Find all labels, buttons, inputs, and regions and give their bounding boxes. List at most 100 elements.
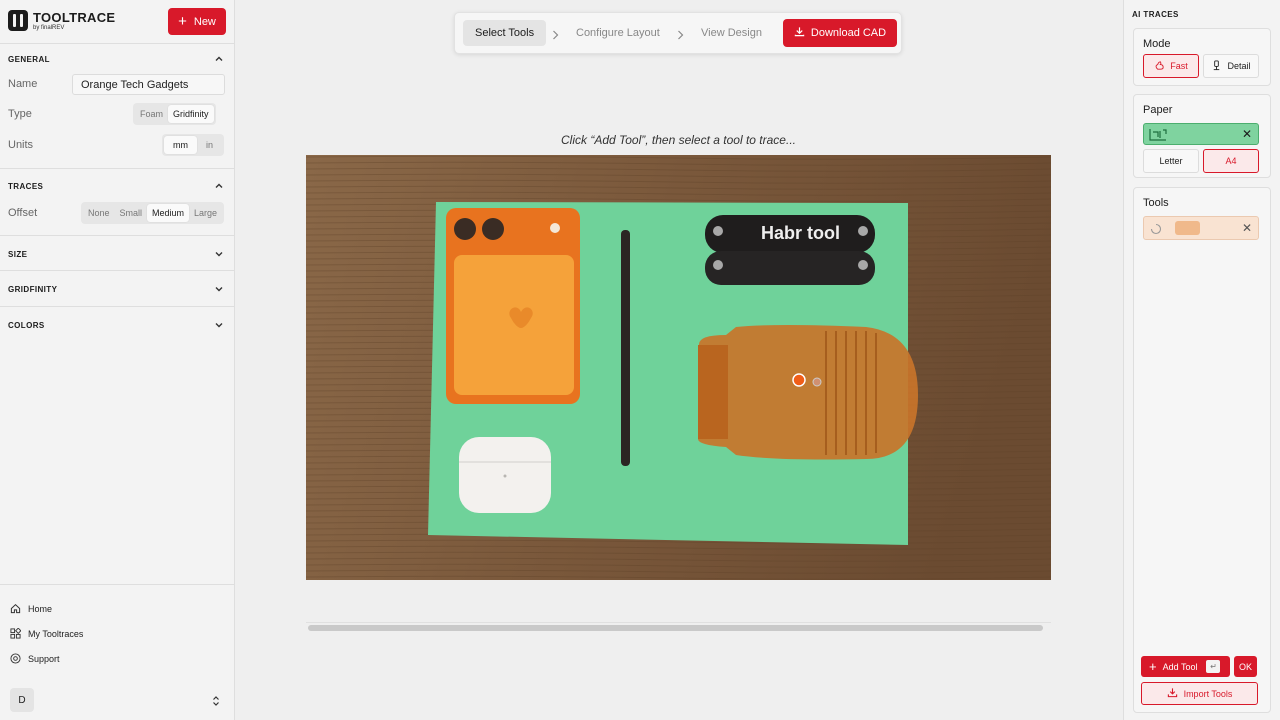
offset-option-small[interactable]: Small (115, 204, 148, 222)
ok-button[interactable]: OK (1234, 656, 1257, 677)
mode-detail-button[interactable]: Detail (1203, 54, 1259, 78)
import-icon (1167, 687, 1178, 700)
earbuds-case (459, 437, 551, 513)
pen (621, 230, 630, 466)
ai-traces-title: AI TRACES (1132, 10, 1179, 19)
import-tools-button[interactable]: Import Tools (1141, 682, 1258, 705)
svg-text:Habr tool: Habr tool (761, 223, 840, 243)
nav-support-label: Support (28, 653, 60, 664)
horizontal-scrollbar[interactable] (308, 625, 1043, 631)
lifebuoy-icon (10, 653, 21, 664)
offset-option-none[interactable]: None (83, 204, 115, 222)
name-label: Name (8, 78, 38, 90)
tools-card: Tools ✕ (1133, 187, 1271, 713)
units-segmented-control: mm in (162, 134, 225, 156)
mode-card: Mode Fast Detail (1133, 28, 1271, 86)
name-input[interactable] (72, 74, 225, 95)
step-select-tools[interactable]: Select Tools (463, 20, 547, 46)
divider (0, 235, 235, 236)
offset-option-large[interactable]: Large (189, 204, 222, 222)
mode-fast-button[interactable]: Fast (1143, 54, 1199, 78)
type-segmented-control: Foam Gridfinity (133, 103, 216, 125)
nav-my-tooltraces[interactable]: My Tooltraces (10, 628, 83, 639)
type-option-foam[interactable]: Foam (135, 105, 168, 123)
tool-item[interactable]: ✕ (1143, 216, 1259, 240)
add-tool-label: Add Tool (1162, 661, 1198, 672)
plus-icon: + (178, 13, 187, 30)
mode-title: Mode (1143, 38, 1171, 50)
type-label: Type (8, 108, 32, 120)
chevron-up-icon[interactable] (214, 181, 224, 191)
download-icon (794, 26, 805, 40)
ai-traces-panel: AI TRACES Mode Fast Detail Paper ✕ Lette… (1123, 0, 1280, 720)
user-avatar[interactable]: D (10, 688, 34, 712)
tools-photo: Habr tool (306, 155, 1051, 580)
offset-option-medium[interactable]: Medium (147, 204, 190, 222)
mode-detail-label: Detail (1227, 61, 1251, 71)
plus-icon: + (1149, 659, 1157, 674)
section-traces-title: TRACES (8, 182, 44, 191)
add-tool-button[interactable]: + Add Tool ↵ (1141, 656, 1230, 677)
chevron-up-icon[interactable] (214, 54, 224, 64)
microscope-icon (1211, 59, 1222, 73)
enter-key-icon: ↵ (1206, 660, 1221, 673)
type-option-gridfinity[interactable]: Gridfinity (168, 105, 214, 123)
section-gridfinity-title[interactable]: GRIDFINITY (8, 285, 57, 294)
nav-home[interactable]: Home (10, 603, 52, 614)
photo-canvas[interactable]: Habr tool (306, 155, 1051, 580)
camera-lens (698, 325, 918, 460)
paper-a4-button[interactable]: A4 (1203, 149, 1259, 173)
nav-home-label: Home (28, 603, 53, 614)
chevron-up-down-icon[interactable] (211, 694, 221, 706)
workflow-stepper: Select Tools Configure Layout View Desig… (454, 12, 902, 54)
rabbit-icon (1154, 60, 1165, 73)
section-general-title: GENERAL (8, 55, 50, 64)
paper-letter-button[interactable]: Letter (1143, 149, 1199, 173)
nav-support[interactable]: Support (10, 653, 60, 664)
multitool: Habr tool (705, 215, 875, 285)
divider (0, 168, 235, 169)
units-option-mm[interactable]: mm (164, 136, 197, 154)
chevron-down-icon[interactable] (214, 249, 224, 259)
offset-segmented-control: None Small Medium Large (81, 202, 225, 224)
import-tools-label: Import Tools (1183, 688, 1233, 699)
offset-label: Offset (8, 207, 38, 219)
loading-spinner-icon (1150, 222, 1162, 235)
section-colors-title[interactable]: COLORS (8, 321, 45, 330)
close-icon[interactable]: ✕ (1242, 221, 1252, 235)
new-button[interactable]: + New (168, 8, 226, 35)
divider (0, 584, 235, 585)
units-label: Units (8, 139, 34, 151)
download-cad-label: Download CAD (810, 27, 887, 39)
home-icon (10, 603, 21, 614)
brand-logo[interactable]: TOOLTRACE by finalREV (8, 10, 115, 31)
brand-name: TOOLTRACE (33, 9, 116, 25)
paper-detected-swatch[interactable]: ✕ (1143, 123, 1259, 145)
mode-fast-label: Fast (1170, 61, 1188, 71)
close-icon[interactable]: ✕ (1242, 127, 1252, 141)
app: TOOLTRACE by finalREV + New GENERAL Name… (0, 0, 1280, 720)
new-button-label: New (193, 15, 216, 28)
tool-color-swatch (1175, 221, 1200, 235)
tools-title: Tools (1143, 197, 1169, 209)
brand-subtitle: by finalREV (33, 24, 65, 31)
paper-outline-icon (1149, 128, 1167, 141)
section-size-title[interactable]: SIZE (8, 250, 27, 259)
step-view-design[interactable]: View Design (701, 20, 762, 46)
chevron-right-icon (552, 27, 559, 40)
download-cad-button[interactable]: Download CAD (783, 19, 897, 47)
step-configure-layout[interactable]: Configure Layout (576, 20, 660, 46)
canvas-instruction: Click “Add Tool”, then select a tool to … (560, 133, 796, 147)
nav-my-tooltraces-label: My Tooltraces (28, 628, 84, 639)
divider (0, 306, 235, 307)
grid-icon (10, 628, 21, 639)
units-option-in[interactable]: in (197, 136, 222, 154)
chevron-right-icon (677, 27, 684, 40)
paper-card: Paper ✕ Letter A4 (1133, 94, 1271, 178)
divider (0, 270, 235, 271)
left-sidebar: TOOLTRACE by finalREV + New GENERAL Name… (0, 0, 235, 720)
tooltrace-logo-icon (8, 10, 28, 31)
divider (0, 43, 235, 44)
chevron-down-icon[interactable] (214, 284, 224, 294)
chevron-down-icon[interactable] (214, 320, 224, 330)
